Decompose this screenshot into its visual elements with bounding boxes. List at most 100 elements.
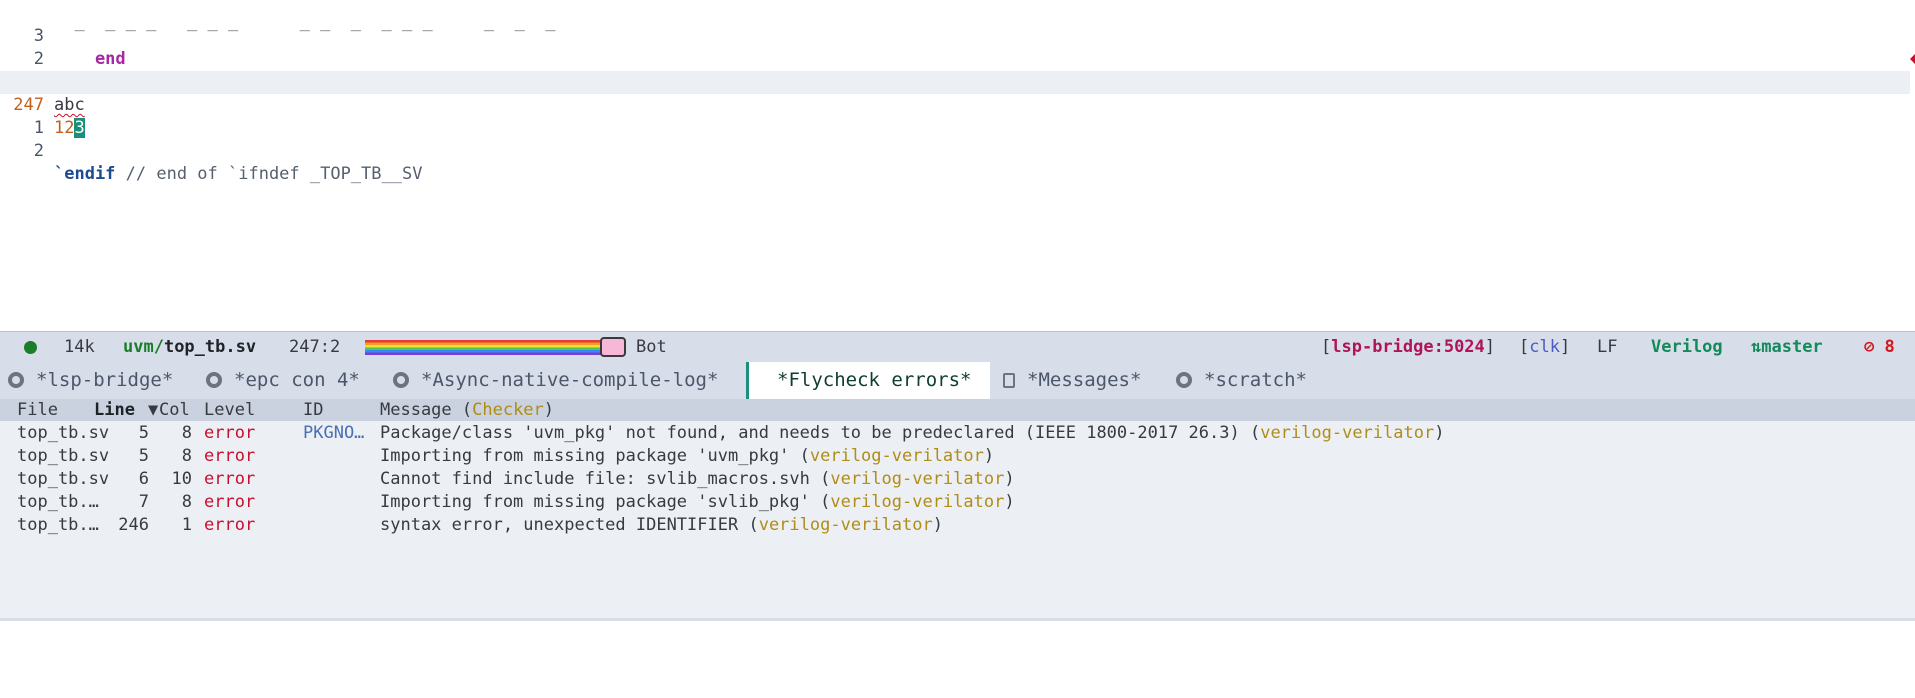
scroll-indicator: Bot: [636, 337, 667, 357]
buffer-tab-bar: *lsp-bridge* *epc con 4* *Async-native-c…: [0, 362, 1915, 399]
gear-icon: [393, 372, 409, 388]
cell-col: 8: [181, 492, 192, 512]
error-count[interactable]: ⊘ 8: [1864, 332, 1895, 362]
file-icon: [1003, 373, 1015, 388]
mode-line: 14k uvm/top_tb.sv 247:2 Bot [lsp-bridge:…: [0, 331, 1915, 362]
clk-bracket-close: ]: [1559, 337, 1571, 357]
cell-level: error: [204, 469, 256, 489]
gear-icon: [206, 372, 222, 388]
table-row[interactable]: top_tb.sv 5 8 error Importing from missi…: [0, 445, 1915, 468]
message-text: Importing from missing package 'uvm_pkg'…: [380, 446, 810, 466]
column-header-line[interactable]: Line: [94, 399, 135, 421]
cursor-position[interactable]: 247:2: [289, 332, 340, 362]
buffer-size: 14k: [64, 337, 95, 357]
cell-file: top_tb.sv: [17, 446, 110, 466]
editor-line[interactable]: 3 end: [0, 2, 1910, 69]
tab-flycheck-errors[interactable]: *Flycheck errors*: [746, 362, 990, 399]
sort-descending-icon: ▼: [148, 400, 159, 420]
clk-bracket-open: [: [1519, 337, 1530, 357]
cell-message: syntax error, unexpected IDENTIFIER (ver…: [380, 514, 943, 537]
message-text: syntax error, unexpected IDENTIFIER (: [380, 515, 759, 535]
line-ending[interactable]: LF: [1597, 332, 1617, 362]
table-row[interactable]: top_tb.… 246 1 error syntax error, unexp…: [0, 514, 1915, 537]
clk-indicator[interactable]: [clk]: [1519, 332, 1570, 362]
column-header-id[interactable]: ID: [303, 399, 323, 421]
message-header-label: Message (: [380, 400, 473, 420]
checker-name: verilog-verilator: [830, 469, 1005, 489]
line-number: 2: [33, 141, 44, 161]
cell-message: Importing from missing package 'uvm_pkg'…: [380, 445, 994, 468]
checker-name: verilog-verilator: [758, 515, 933, 535]
nyan-scroll-bar[interactable]: [365, 340, 605, 355]
cell-col: 8: [181, 423, 192, 443]
vcs-branch[interactable]: ⇅master: [1751, 332, 1823, 362]
table-row[interactable]: top_tb.sv 5 8 error PKGNO… Package/class…: [0, 422, 1915, 445]
message-close: ): [1004, 469, 1015, 489]
lsp-server: lsp-bridge:5024: [1331, 337, 1485, 357]
lsp-bracket-close: ]: [1484, 337, 1496, 357]
table-row[interactable]: top_tb.… 7 8 error Importing from missin…: [0, 491, 1915, 514]
cell-level: error: [204, 446, 256, 466]
message-close: ): [1004, 492, 1015, 512]
error-prohibit-icon: ⊘: [1864, 337, 1875, 357]
cell-line: 246: [118, 515, 149, 535]
cell-line: 6: [138, 469, 149, 489]
tab-label: *Async-native-compile-log*: [421, 369, 719, 391]
git-branch-icon: ⇅: [1751, 337, 1762, 357]
checker-name: verilog-verilator: [830, 492, 1005, 512]
table-row[interactable]: top_tb.sv 6 10 error Cannot find include…: [0, 468, 1915, 491]
lsp-bracket-open: [: [1321, 337, 1332, 357]
line-comment: // end of `ifndef _TOP_TB__SV: [115, 164, 423, 184]
gear-icon: [8, 372, 24, 388]
editor-line[interactable]: 2 endmodule: [0, 25, 1910, 92]
branch-name: master: [1761, 337, 1823, 357]
cell-col: 8: [181, 446, 192, 466]
tab-epc-con-4[interactable]: *epc con 4*: [206, 362, 360, 399]
table-header: File Line ▼ Col Level ID Message (Checke…: [0, 399, 1915, 421]
message-close: ): [932, 515, 943, 535]
cell-line: 7: [138, 492, 149, 512]
tab-label: *scratch*: [1204, 369, 1307, 391]
message-text: Cannot find include file: svlib_macros.s…: [380, 469, 831, 489]
editor-line[interactable]: 2 `endif // end of `ifndef _TOP_TB__SV: [0, 117, 1910, 184]
message-text: Package/class 'uvm_pkg' not found, and n…: [380, 423, 1261, 443]
cell-level: error: [204, 515, 256, 535]
cell-message: Package/class 'uvm_pkg' not found, and n…: [380, 422, 1444, 445]
flycheck-errors-list: File Line ▼ Col Level ID Message (Checke…: [0, 399, 1915, 621]
message-close: ): [983, 446, 995, 466]
major-mode[interactable]: Verilog: [1651, 332, 1723, 362]
lsp-status[interactable]: [lsp-bridge:5024]: [1321, 332, 1495, 362]
cell-col: 1: [181, 515, 192, 535]
editor-line[interactable]: 1 abc: [0, 48, 1910, 115]
tab-label: *epc con 4*: [234, 369, 360, 391]
tab-async-native-compile-log[interactable]: *Async-native-compile-log*: [393, 362, 718, 399]
editor-buffer[interactable]: _ _ _ _ _ _ _ _ _ _ _ _ _ _ _ _ 3 end 2 …: [0, 0, 1915, 330]
tab-label: *Flycheck errors*: [777, 369, 972, 391]
gear-icon: [1176, 372, 1192, 388]
cell-level: error: [204, 492, 256, 512]
cell-line: 5: [138, 423, 149, 443]
message-text: Importing from missing package 'svlib_pk…: [380, 492, 831, 512]
cell-file: top_tb.…: [17, 515, 99, 535]
tab-scratch[interactable]: *scratch*: [1176, 362, 1307, 399]
tab-lsp-bridge[interactable]: *lsp-bridge*: [8, 362, 173, 399]
message-close: ): [1434, 423, 1445, 443]
cell-level: error: [204, 423, 256, 443]
tab-label: *lsp-bridge*: [36, 369, 174, 391]
column-header-col[interactable]: Col: [159, 399, 190, 421]
column-header-level[interactable]: Level: [204, 399, 255, 421]
editor-line-current[interactable]: 247 123: [0, 71, 1910, 138]
fringe-error-marker-icon: [1910, 54, 1915, 64]
cell-col: 10: [171, 469, 192, 489]
column-header-file[interactable]: File: [17, 399, 58, 421]
buffer-state-dot-icon: [24, 332, 37, 362]
cell-id: PKGNO…: [303, 423, 365, 443]
buffer-name: top_tb.sv: [163, 337, 257, 357]
cell-message: Cannot find include file: svlib_macros.s…: [380, 468, 1015, 491]
clk-label: clk: [1529, 337, 1560, 357]
tab-messages[interactable]: *Messages*: [1003, 362, 1141, 399]
editor-line[interactable]: 1: [0, 94, 1910, 138]
buffer-dir: uvm/: [123, 337, 164, 357]
buffer-path[interactable]: uvm/top_tb.sv: [123, 332, 256, 362]
column-header-message[interactable]: Message (Checker): [380, 399, 554, 421]
